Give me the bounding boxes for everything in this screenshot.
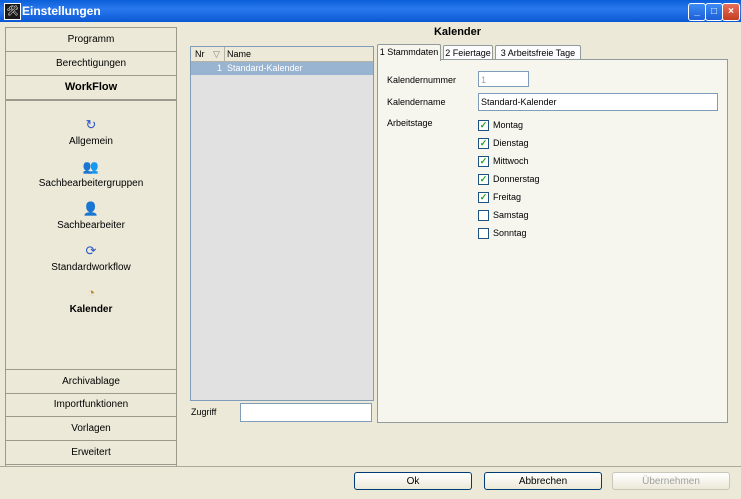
tab-arbeitsfreie-tage[interactable]: 3 Arbeitsfreie Tage — [495, 45, 581, 60]
zugriff-input[interactable] — [240, 403, 372, 422]
nav-importfunktionen[interactable]: Importfunktionen — [6, 393, 176, 417]
list-header: Nr ▽ Name — [191, 47, 373, 62]
checkbox-dienstag[interactable]: ✓ — [478, 138, 489, 149]
nav-item-label: Sachbearbeitergruppen — [38, 178, 144, 189]
checkbox-label: Freitag — [493, 192, 522, 202]
nav-archivablage[interactable]: Archivablage — [6, 369, 176, 394]
nav-item-sachbearbeiter[interactable]: 👤 Sachbearbeiter — [6, 201, 176, 231]
tab-stammdaten[interactable]: 1 Stammdaten — [377, 44, 441, 61]
nav-vorlagen[interactable]: Vorlagen — [6, 417, 176, 441]
kalendername-field[interactable]: Standard-Kalender — [478, 93, 718, 111]
sidebar: Programm Berechtigungen WorkFlow ↻ Allge… — [5, 27, 177, 467]
close-button[interactable]: × — [722, 3, 740, 21]
kalendernummer-field[interactable]: 1 — [478, 71, 529, 87]
nav-programm[interactable]: Programm — [6, 28, 176, 52]
settings-window: 🛠 Einstellungen _ □ × Programm Berechtig… — [0, 0, 741, 499]
maximize-button[interactable]: □ — [705, 3, 723, 21]
checkbox-label: Donnerstag — [493, 174, 540, 184]
nav-item-sachbearbeitergruppen[interactable]: 👥 Sachbearbeitergruppen — [6, 159, 176, 189]
kalendernummer-label: Kalendernummer — [387, 75, 457, 85]
kalendername-label: Kalendername — [387, 97, 446, 107]
nav-item-allgemein[interactable]: ↻ Allgemein — [6, 117, 176, 147]
checkbox-label: Samstag — [493, 210, 529, 220]
nav-item-kalender[interactable]: ◔ Kalender — [6, 285, 176, 315]
cancel-button[interactable]: Abbrechen — [484, 472, 602, 490]
nav-item-standardworkflow[interactable]: ⟳ Standardworkflow — [6, 243, 176, 273]
title-bar: 🛠 Einstellungen _ □ × — [0, 0, 741, 22]
calendar-list[interactable]: Nr ▽ Name 1 Standard-Kalender — [190, 46, 374, 401]
ok-button[interactable]: Ok — [354, 472, 472, 490]
content-panel: Kalender Nr ▽ Name 1 Standard-Kalender Z… — [180, 26, 735, 464]
checkbox-montag[interactable]: ✓ — [478, 120, 489, 131]
user-icon: 👤 — [82, 201, 100, 216]
window-title: Einstellungen — [22, 4, 101, 18]
checkbox-sonntag[interactable] — [478, 228, 489, 239]
workflow-items: ↻ Allgemein 👥 Sachbearbeitergruppen 👤 Sa… — [6, 100, 176, 370]
stammdaten-page: Kalendernummer 1 Kalendername Standard-K… — [377, 59, 728, 423]
nav-workflow[interactable]: WorkFlow — [6, 76, 176, 100]
app-icon: 🛠 — [4, 3, 21, 20]
nav-berechtigungen[interactable]: Berechtigungen — [6, 52, 176, 76]
page-title: Kalender — [433, 26, 482, 38]
workflow-icon: ⟳ — [85, 243, 97, 258]
checkbox-mittwoch[interactable]: ✓ — [478, 156, 489, 167]
checkbox-donnerstag[interactable]: ✓ — [478, 174, 489, 185]
checkbox-label: Dienstag — [493, 138, 529, 148]
footer-divider — [0, 466, 741, 467]
nav-item-label: Sachbearbeiter — [57, 220, 125, 231]
tab-feiertage[interactable]: 2 Feiertage — [443, 45, 493, 60]
arbeitstage-label: Arbeitstage — [387, 118, 433, 128]
nav-item-label: Standardworkflow — [51, 262, 131, 273]
sort-desc-icon: ▽ — [213, 49, 220, 59]
nav-erweitert[interactable]: Erweitert — [6, 441, 176, 465]
zugriff-label: Zugriff — [191, 407, 217, 417]
row-nr: 1 — [217, 63, 223, 73]
column-header-nr[interactable]: Nr — [195, 49, 205, 59]
refresh-icon: ↻ — [85, 117, 97, 132]
calendar-icon: ◔ — [87, 285, 95, 300]
checkbox-label: Montag — [493, 120, 524, 130]
checkbox-label: Mittwoch — [493, 156, 529, 166]
table-row[interactable]: 1 Standard-Kalender — [191, 62, 373, 75]
column-divider — [224, 47, 225, 61]
column-header-name[interactable]: Name — [227, 49, 251, 59]
nav-item-label: Allgemein — [69, 136, 113, 147]
apply-button[interactable]: Übernehmen — [612, 472, 730, 490]
nav-item-label: Kalender — [69, 304, 113, 315]
checkbox-samstag[interactable] — [478, 210, 489, 221]
row-name: Standard-Kalender — [227, 63, 303, 73]
checkbox-label: Sonntag — [493, 228, 527, 238]
checkbox-freitag[interactable]: ✓ — [478, 192, 489, 203]
minimize-button[interactable]: _ — [688, 3, 706, 21]
users-icon: 👥 — [82, 159, 100, 174]
